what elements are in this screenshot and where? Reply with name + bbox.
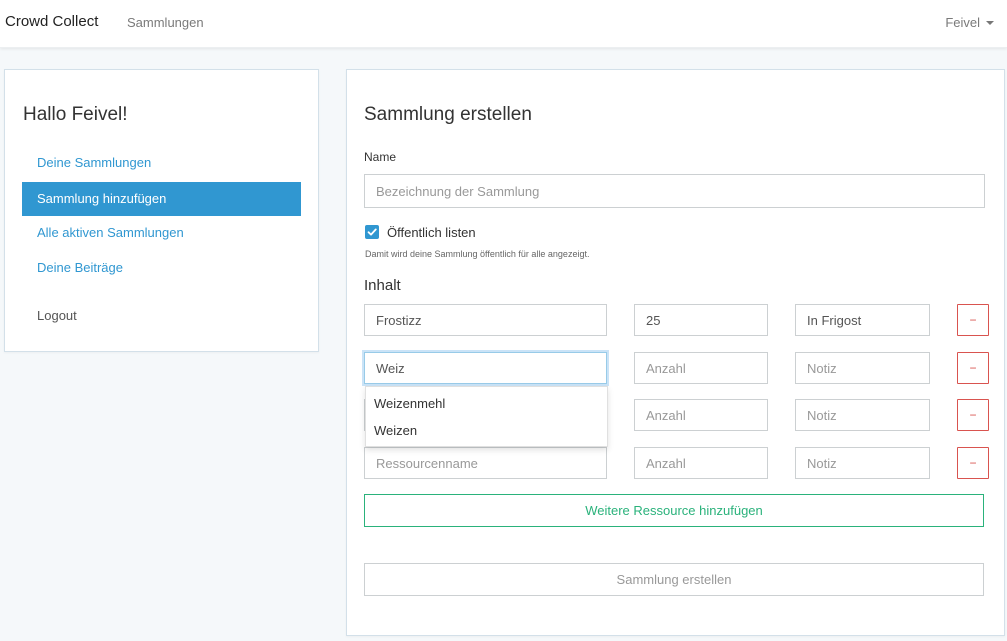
resource-name-input[interactable] (364, 447, 607, 479)
collection-name-input[interactable] (364, 174, 985, 208)
create-collection-button[interactable]: Sammlung erstellen (364, 563, 984, 596)
create-collection-card: Sammlung erstellen Name Öffentlich liste… (346, 69, 1005, 636)
user-menu[interactable]: Feivel (945, 15, 994, 30)
resource-name-input[interactable] (364, 304, 607, 336)
sidebar-item-deine-beitraege[interactable]: Deine Beiträge (22, 251, 301, 285)
name-label: Name (364, 150, 397, 164)
brand-link[interactable]: Crowd Collect (5, 13, 98, 30)
autocomplete-option[interactable]: Weizen (374, 423, 417, 438)
resource-amount-input[interactable] (634, 352, 768, 384)
user-name: Feivel (945, 15, 980, 30)
sidebar-greeting: Hallo Feivel! (23, 104, 128, 125)
content-section-title: Inhalt (364, 277, 401, 294)
add-resource-button[interactable]: Weitere Ressource hinzufügen (364, 494, 984, 527)
sidebar-item-alle-aktiven-sammlungen[interactable]: Alle aktiven Sammlungen (22, 216, 301, 250)
remove-resource-button[interactable]: − (957, 352, 989, 384)
checkmark-icon (367, 228, 377, 236)
top-navbar: Crowd Collect Sammlungen Feivel (0, 0, 1007, 48)
remove-resource-button[interactable]: − (957, 399, 989, 431)
resource-note-input[interactable] (795, 447, 930, 479)
public-help-text: Damit wird deine Sammlung öffentlich für… (365, 249, 590, 259)
caret-down-icon (986, 21, 994, 25)
resource-amount-input[interactable] (634, 304, 768, 336)
resource-name-input[interactable] (364, 352, 607, 384)
resource-amount-input[interactable] (634, 399, 768, 431)
public-checkbox[interactable] (365, 225, 379, 239)
resource-note-input[interactable] (795, 352, 930, 384)
sidebar-item-sammlung-hinzufuegen[interactable]: Sammlung hinzufügen (22, 182, 301, 216)
page-title: Sammlung erstellen (364, 104, 532, 125)
resource-amount-input[interactable] (634, 447, 768, 479)
resource-note-input[interactable] (795, 399, 930, 431)
sidebar-item-deine-sammlungen[interactable]: Deine Sammlungen (22, 146, 301, 180)
remove-resource-button[interactable]: − (957, 304, 989, 336)
autocomplete-dropdown: Weizenmehl Weizen (365, 386, 608, 447)
remove-resource-button[interactable]: − (957, 447, 989, 479)
autocomplete-option[interactable]: Weizenmehl (374, 396, 445, 411)
resource-note-input[interactable] (795, 304, 930, 336)
sidebar-card: Hallo Feivel! Deine Sammlungen Sammlung … (4, 69, 319, 352)
logout-link[interactable]: Logout (22, 299, 301, 333)
public-checkbox-label[interactable]: Öffentlich listen (387, 225, 476, 240)
nav-link-sammlungen[interactable]: Sammlungen (127, 15, 204, 30)
